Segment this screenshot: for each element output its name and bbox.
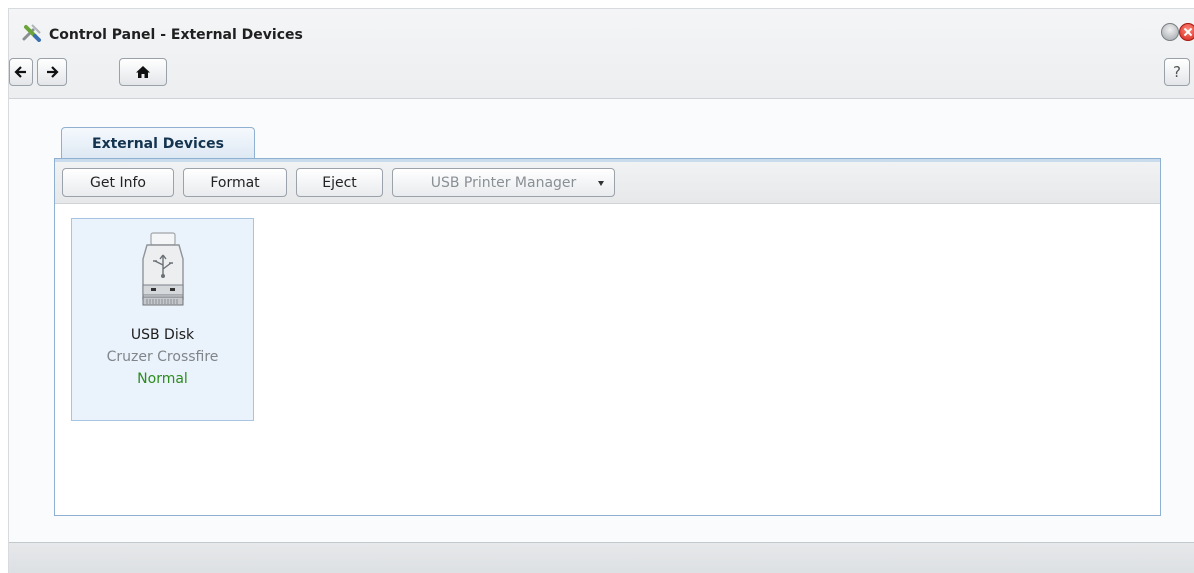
device-status: Normal (137, 371, 188, 387)
back-button[interactable] (9, 58, 33, 86)
help-button[interactable]: ? (1164, 58, 1190, 86)
external-devices-panel: Get Info Format Eject USB Printer Manage… (54, 158, 1161, 516)
arrow-right-icon (47, 66, 59, 78)
device-name: USB Disk (130, 327, 195, 343)
usb-drive-icon (142, 232, 184, 306)
format-button[interactable]: Format (183, 168, 287, 197)
device-toolbar: Get Info Format Eject USB Printer Manage… (55, 162, 1160, 204)
arrow-left-icon (14, 66, 26, 78)
home-icon (136, 66, 150, 78)
control-panel-window: Control Panel - External Devices ? Exter… (8, 8, 1194, 573)
tab-external-devices[interactable]: External Devices (61, 127, 255, 159)
window-titlebar: Control Panel - External Devices ? (9, 9, 1194, 99)
tools-icon (22, 24, 41, 42)
home-button[interactable] (119, 58, 167, 86)
forward-button[interactable] (37, 58, 67, 86)
device-model: Cruzer Crossfire (106, 349, 219, 365)
eject-button[interactable]: Eject (296, 168, 383, 197)
usb-printer-manager-dropdown[interactable]: USB Printer Manager (392, 168, 615, 197)
window-title: Control Panel - External Devices (49, 27, 303, 43)
close-button[interactable] (1179, 23, 1194, 41)
dropdown-arrow-icon (598, 181, 604, 186)
usb-printer-manager-label: USB Printer Manager (430, 174, 577, 191)
device-tile[interactable]: USB Disk Cruzer Crossfire Normal (71, 218, 254, 421)
get-info-button[interactable]: Get Info (62, 168, 174, 197)
window-statusbar (9, 542, 1194, 573)
minimize-button[interactable] (1161, 23, 1179, 41)
